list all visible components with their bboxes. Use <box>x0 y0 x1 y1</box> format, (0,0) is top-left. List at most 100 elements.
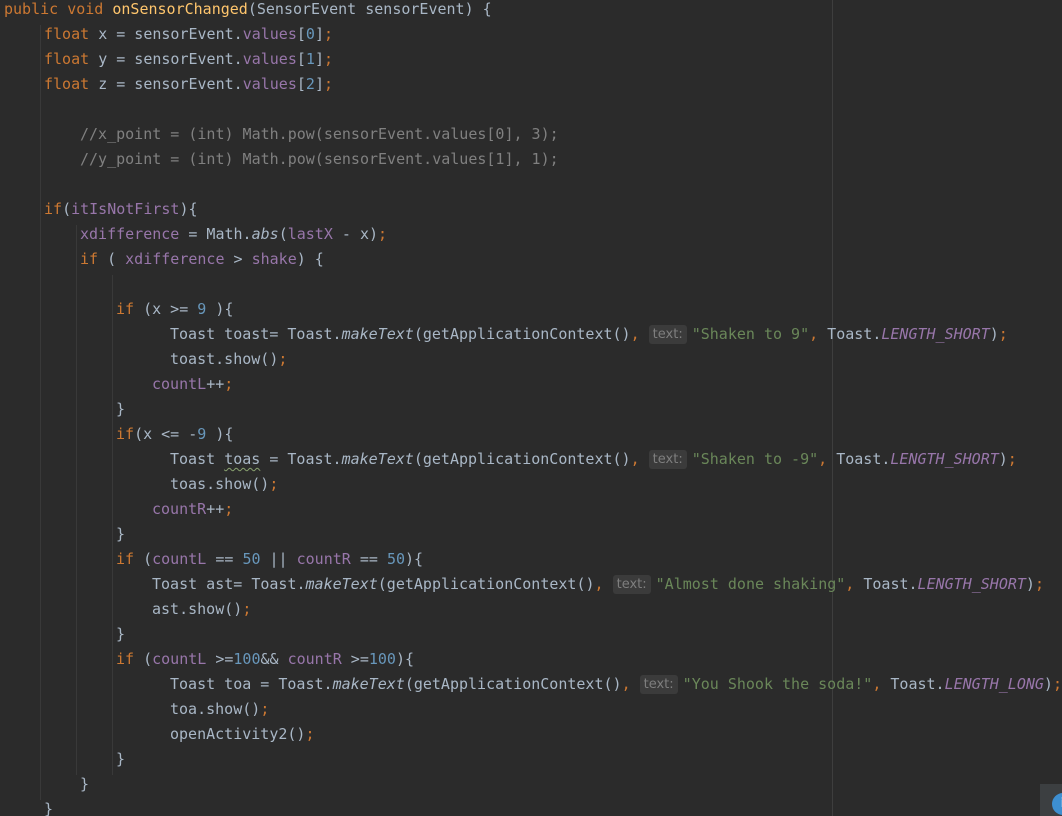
code-token: (SensorEvent sensorEvent) { <box>247 0 492 18</box>
code-token: ( <box>278 225 288 243</box>
code-token: Toast. <box>890 675 945 693</box>
code-line[interactable]: float z = sensorEvent.values[2]; <box>0 72 333 97</box>
code-line[interactable]: if (countL >=100&& countR >=100){ <box>0 647 414 672</box>
code-token: [ <box>296 50 306 68</box>
code-token: x = sensorEvent. <box>98 25 243 43</box>
code-line[interactable]: } <box>0 797 53 816</box>
code-token: xdifference <box>80 225 180 243</box>
code-token: 100 <box>233 650 261 668</box>
code-token: countL <box>152 375 207 393</box>
code-line[interactable]: float x = sensorEvent.values[0]; <box>0 22 333 47</box>
code-token: ) <box>998 450 1008 468</box>
code-token: ) { <box>296 250 324 268</box>
code-token: ){ <box>206 300 234 318</box>
code-token: ; <box>305 725 315 743</box>
code-token: ){ <box>405 550 424 568</box>
code-token: countR <box>287 650 342 668</box>
code-token: , <box>818 450 837 468</box>
code-line[interactable]: toas.show(); <box>0 472 278 497</box>
code-token: , <box>630 325 649 343</box>
code-line[interactable]: if(x <= -9 ){ <box>0 422 233 447</box>
code-line[interactable]: Toast toas = Toast.makeText(getApplicati… <box>0 447 1017 472</box>
code-line[interactable]: toast.show(); <box>0 347 287 372</box>
code-line[interactable]: if(itIsNotFirst){ <box>0 197 198 222</box>
code-token: float <box>44 25 99 43</box>
code-line[interactable]: countL++; <box>0 372 233 397</box>
code-token: 50 <box>386 550 405 568</box>
code-token: z = sensorEvent. <box>98 75 243 93</box>
code-token: ; <box>242 600 252 618</box>
code-token: "Shaken to 9" <box>691 325 810 343</box>
code-token: ; <box>1052 675 1062 693</box>
code-line[interactable]: xdifference = Math.abs(lastX - x); <box>0 222 387 247</box>
code-token: 9 <box>197 425 207 443</box>
code-line[interactable]: //y_point = (int) Math.pow(sensorEvent.v… <box>0 147 559 172</box>
code-token: } <box>44 800 54 816</box>
code-line[interactable] <box>0 172 4 197</box>
code-line[interactable]: Toast toa = Toast.makeText(getApplicatio… <box>0 672 1062 697</box>
code-line[interactable]: } <box>0 747 125 772</box>
code-token: xdifference <box>125 250 225 268</box>
code-token: makeText <box>341 450 414 468</box>
code-token: (x >= <box>143 300 198 318</box>
code-token: 2 <box>305 75 315 93</box>
code-token: ; <box>260 700 270 718</box>
code-token: lastX <box>287 225 333 243</box>
code-token: if <box>116 550 144 568</box>
code-token: - x) <box>332 225 379 243</box>
code-token: (x <= - <box>134 425 198 443</box>
code-token: ast.show() <box>152 600 243 618</box>
info-icon[interactable]: i <box>1052 793 1062 815</box>
code-token: onSensorChanged <box>112 0 248 18</box>
code-token: == <box>350 550 387 568</box>
code-token: (getApplicationContext() <box>404 675 622 693</box>
code-line[interactable] <box>0 97 4 122</box>
code-line[interactable]: } <box>0 397 125 422</box>
code-token: LENGTH_SHORT <box>881 325 990 343</box>
code-token: (getApplicationContext() <box>413 325 631 343</box>
code-line[interactable]: ast.show(); <box>0 597 251 622</box>
code-token: Toast. <box>836 450 891 468</box>
code-line[interactable]: } <box>0 622 125 647</box>
code-line[interactable]: toa.show(); <box>0 697 269 722</box>
parameter-hint: text: <box>648 325 687 344</box>
code-token: ++ <box>206 375 225 393</box>
notification-widget[interactable]: i <box>1040 784 1062 816</box>
code-token: ; <box>1034 575 1044 593</box>
code-token: [ <box>296 25 306 43</box>
code-token: ; <box>323 25 333 43</box>
code-line[interactable]: //x_point = (int) Math.pow(sensorEvent.v… <box>0 122 559 147</box>
code-token: makeText <box>332 675 405 693</box>
code-token: "Almost done shaking" <box>655 575 846 593</box>
code-token: ) <box>989 325 999 343</box>
code-line[interactable]: if (x >= 9 ){ <box>0 297 233 322</box>
code-token: abs <box>251 225 279 243</box>
code-token: || <box>260 550 297 568</box>
code-line[interactable]: if ( xdifference > shake) { <box>0 247 324 272</box>
code-token: ] <box>314 25 324 43</box>
code-line[interactable]: } <box>0 772 89 797</box>
code-token: ( <box>107 250 126 268</box>
code-line[interactable]: public void onSensorChanged(SensorEvent … <box>0 0 492 22</box>
code-line[interactable]: openActivity2(); <box>0 722 315 747</box>
code-editor[interactable]: public void onSensorChanged(SensorEvent … <box>0 0 1062 816</box>
code-line[interactable]: Toast ast= Toast.makeText(getApplication… <box>0 572 1044 597</box>
code-line[interactable]: Toast toast= Toast.makeText(getApplicati… <box>0 322 1008 347</box>
code-token: ++ <box>206 500 225 518</box>
code-line[interactable]: } <box>0 522 125 547</box>
code-token: if <box>116 300 144 318</box>
code-token: ; <box>323 75 333 93</box>
code-token: >= <box>341 650 369 668</box>
code-line[interactable]: if (countL == 50 || countR == 50){ <box>0 547 423 572</box>
code-token: == <box>206 550 243 568</box>
code-token: toast.show() <box>170 350 279 368</box>
code-line[interactable]: float y = sensorEvent.values[1]; <box>0 47 333 72</box>
code-token: = Math. <box>179 225 252 243</box>
code-token: 1 <box>305 50 315 68</box>
code-token: } <box>116 525 126 543</box>
code-token: Toast ast= Toast. <box>152 575 306 593</box>
code-line[interactable]: countR++; <box>0 497 233 522</box>
code-line[interactable] <box>0 272 4 297</box>
code-token: , <box>872 675 891 693</box>
code-token: ) <box>1025 575 1035 593</box>
